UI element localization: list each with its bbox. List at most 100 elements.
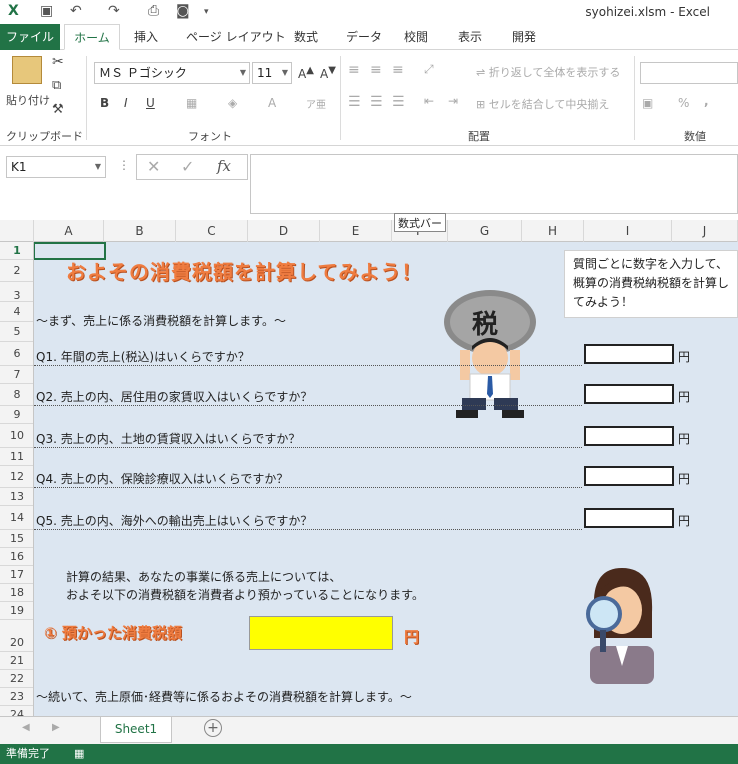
answer-input-q2[interactable] bbox=[584, 384, 674, 404]
answer-input-q3[interactable] bbox=[584, 426, 674, 446]
row-header[interactable]: 3 bbox=[0, 282, 33, 302]
row-header[interactable]: 2 bbox=[0, 260, 33, 282]
tab-data[interactable]: データ bbox=[340, 24, 388, 50]
font-size-select[interactable]: 11 ▼ bbox=[252, 62, 292, 84]
italic-button[interactable]: I bbox=[124, 96, 128, 110]
answer-input-q4[interactable] bbox=[584, 466, 674, 486]
row-header[interactable]: 19 bbox=[0, 602, 33, 620]
row-header[interactable]: 14 bbox=[0, 506, 33, 530]
undo-icon[interactable]: ↶ bbox=[70, 3, 82, 19]
align-bottom-icon[interactable]: ≡ bbox=[392, 62, 404, 78]
row-header[interactable]: 6 bbox=[0, 342, 33, 366]
row-header[interactable]: 24 bbox=[0, 706, 33, 716]
row-header[interactable]: 15 bbox=[0, 530, 33, 548]
save-icon[interactable]: ▣ bbox=[40, 3, 53, 19]
column-header[interactable]: J bbox=[672, 220, 738, 242]
increase-font-icon[interactable]: A▲ bbox=[298, 65, 314, 81]
number-format-select[interactable] bbox=[640, 62, 738, 84]
column-header[interactable]: A bbox=[34, 220, 104, 242]
align-top-icon[interactable]: ≡ bbox=[348, 62, 360, 78]
row-header[interactable]: 1 bbox=[0, 242, 33, 260]
copy-icon[interactable]: ⧉ bbox=[52, 78, 61, 93]
enter-icon[interactable]: ✓ bbox=[181, 157, 194, 176]
collected-tax-result-cell[interactable] bbox=[249, 616, 393, 650]
cancel-icon[interactable]: ✕ bbox=[147, 157, 160, 176]
row-header[interactable]: 5 bbox=[0, 322, 33, 342]
column-header[interactable]: E bbox=[320, 220, 392, 242]
row-header[interactable]: 18 bbox=[0, 584, 33, 602]
column-header[interactable]: H bbox=[522, 220, 584, 242]
answer-input-q1[interactable] bbox=[584, 344, 674, 364]
comma-button[interactable]: , bbox=[704, 94, 709, 108]
row-header[interactable]: 23 bbox=[0, 688, 33, 706]
outdent-icon[interactable]: ⇥ bbox=[448, 94, 458, 108]
align-center-icon[interactable]: ☰ bbox=[370, 94, 383, 110]
currency-icon[interactable]: ▣ bbox=[642, 96, 653, 110]
column-header[interactable]: C bbox=[176, 220, 248, 242]
sheet-tab-sheet1[interactable]: Sheet1 bbox=[100, 717, 172, 743]
macro-record-icon[interactable]: ▦ bbox=[74, 744, 84, 764]
row-header[interactable]: 16 bbox=[0, 548, 33, 566]
row-header[interactable]: 11 bbox=[0, 448, 33, 466]
bold-button[interactable]: B bbox=[100, 96, 109, 110]
wrap-text-button[interactable]: ⇌ 折り返して全体を表示する bbox=[476, 64, 620, 80]
row-header[interactable]: 17 bbox=[0, 566, 33, 584]
insert-function-icon[interactable]: fx bbox=[217, 157, 231, 175]
yen-label: 円 bbox=[678, 432, 691, 446]
align-left-icon[interactable]: ☰ bbox=[348, 94, 361, 110]
fill-color-icon[interactable]: ◈ bbox=[228, 96, 237, 110]
tab-developer[interactable]: 開発 bbox=[506, 24, 542, 50]
row-header[interactable]: 4 bbox=[0, 302, 33, 322]
tab-file[interactable]: ファイル bbox=[0, 24, 60, 50]
phonetic-icon[interactable]: ア亜 bbox=[306, 96, 326, 111]
underline-button[interactable]: U bbox=[146, 96, 155, 110]
worksheet-grid[interactable]: およその消費税額を計算してみよう！ 質問ごとに数字を入力して、概算の消費税納税額… bbox=[34, 242, 738, 716]
column-header[interactable]: B bbox=[104, 220, 176, 242]
decrease-font-icon[interactable]: A▼ bbox=[320, 65, 336, 81]
column-header[interactable]: D bbox=[248, 220, 320, 242]
row-header[interactable]: 7 bbox=[0, 366, 33, 384]
column-header[interactable]: G bbox=[448, 220, 522, 242]
tab-review[interactable]: 校閲 bbox=[398, 24, 434, 50]
tab-formulas[interactable]: 数式 bbox=[288, 24, 324, 50]
select-all-corner[interactable] bbox=[0, 220, 34, 242]
add-sheet-icon[interactable]: + bbox=[204, 719, 222, 737]
answer-input-q5[interactable] bbox=[584, 508, 674, 528]
row-header[interactable]: 12 bbox=[0, 466, 33, 488]
indent-icon[interactable]: ⇤ bbox=[424, 94, 434, 108]
border-icon[interactable]: ▦ bbox=[186, 96, 197, 110]
align-middle-icon[interactable]: ≡ bbox=[370, 62, 382, 78]
camera-icon[interactable]: ◙ bbox=[176, 3, 190, 19]
tab-home[interactable]: ホーム bbox=[64, 24, 120, 50]
align-right-icon[interactable]: ☰ bbox=[392, 94, 405, 110]
formula-input[interactable] bbox=[250, 154, 738, 214]
cut-icon[interactable]: ✂ bbox=[52, 54, 64, 70]
name-box[interactable]: K1 ▼ bbox=[6, 156, 106, 178]
clipboard-icon[interactable] bbox=[12, 56, 42, 84]
redo-icon[interactable]: ↷ bbox=[108, 3, 120, 19]
row-header[interactable]: 13 bbox=[0, 488, 33, 506]
format-painter-icon[interactable]: ⚒ bbox=[52, 102, 64, 117]
font-color-icon[interactable]: A bbox=[268, 96, 276, 110]
font-name-select[interactable]: ＭＳ Ｐゴシック ▼ bbox=[94, 62, 250, 84]
row-header[interactable]: 10 bbox=[0, 424, 33, 448]
print-preview-icon[interactable]: ⎙ bbox=[148, 3, 159, 19]
customize-qa-icon[interactable]: ▾ bbox=[204, 7, 209, 17]
tab-page-layout[interactable]: ページ レイアウト bbox=[180, 24, 292, 50]
tab-view[interactable]: 表示 bbox=[452, 24, 488, 50]
column-header[interactable]: I bbox=[584, 220, 672, 242]
row-header[interactable]: 20 bbox=[0, 620, 33, 652]
formula-buttons: ✕ ✓ fx bbox=[136, 154, 248, 180]
row-header[interactable]: 9 bbox=[0, 406, 33, 424]
orientation-icon[interactable]: ⤢ bbox=[424, 62, 434, 77]
question-q2: Q2. 売上の内、居住用の家賃収入はいくらですか？ bbox=[36, 390, 313, 404]
row-header[interactable]: 8 bbox=[0, 384, 33, 406]
row-header[interactable]: 22 bbox=[0, 670, 33, 688]
scroll-left-icon[interactable]: ◀ bbox=[22, 722, 30, 733]
scroll-right-icon[interactable]: ▶ bbox=[52, 722, 60, 733]
row-header[interactable]: 21 bbox=[0, 652, 33, 670]
merge-center-button[interactable]: ⊞ セルを結合して中央揃え bbox=[476, 96, 609, 112]
paste-button[interactable]: 貼り付け bbox=[6, 92, 50, 108]
percent-button[interactable]: % bbox=[678, 96, 689, 110]
tab-insert[interactable]: 挿入 bbox=[128, 24, 164, 50]
